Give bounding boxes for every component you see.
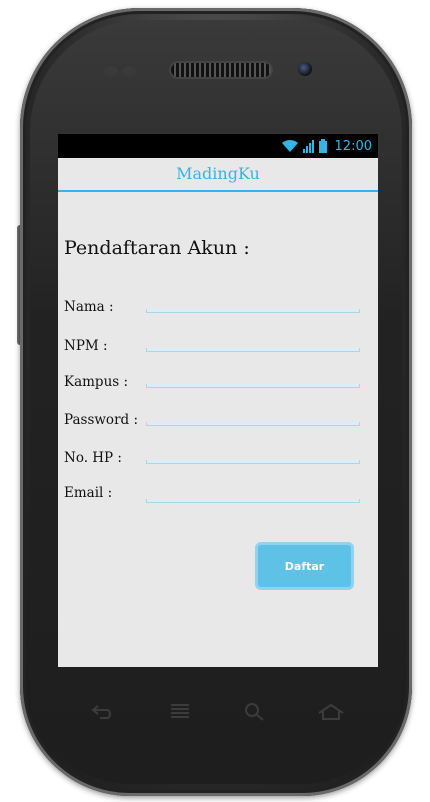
light-sensor-icon (122, 66, 136, 76)
signal-icon (302, 140, 314, 153)
status-clock: 12:00 (334, 138, 372, 154)
form-row-email: Email : (64, 485, 374, 507)
app-screen: 12:00 MadingKu Pendaftaran Akun : Nama :… (58, 134, 378, 667)
menu-icon (171, 704, 189, 718)
back-key[interactable] (88, 700, 118, 724)
form-row-kampus: Kampus : (64, 374, 374, 396)
form-heading: Pendaftaran Akun : (64, 237, 250, 259)
home-icon (318, 703, 344, 720)
proximity-sensor-icon (104, 66, 118, 76)
nama-label: Nama : (64, 299, 114, 315)
action-bar: MadingKu (58, 158, 378, 192)
search-key[interactable] (242, 700, 268, 724)
status-bar: 12:00 (58, 134, 378, 158)
form-row-nohp: No. HP : (64, 450, 374, 472)
app-title: MadingKu (176, 164, 260, 183)
home-key[interactable] (316, 700, 346, 724)
form-row-nama: Nama : (64, 299, 374, 321)
earpiece-speaker-icon (171, 63, 271, 77)
kampus-label: Kampus : (64, 374, 129, 390)
password-label: Password : (64, 412, 138, 428)
battery-icon (318, 139, 327, 153)
back-icon (91, 705, 111, 719)
npm-label: NPM : (64, 338, 108, 354)
daftar-button[interactable]: Daftar (258, 545, 351, 587)
email-label: Email : (64, 485, 113, 501)
menu-key[interactable] (167, 700, 193, 724)
front-camera-icon (298, 62, 312, 76)
form-row-npm: NPM : (64, 338, 374, 360)
search-icon (245, 703, 264, 721)
wifi-icon (281, 139, 298, 152)
form-row-password: Password : (64, 412, 374, 434)
nohp-label: No. HP : (64, 450, 122, 466)
